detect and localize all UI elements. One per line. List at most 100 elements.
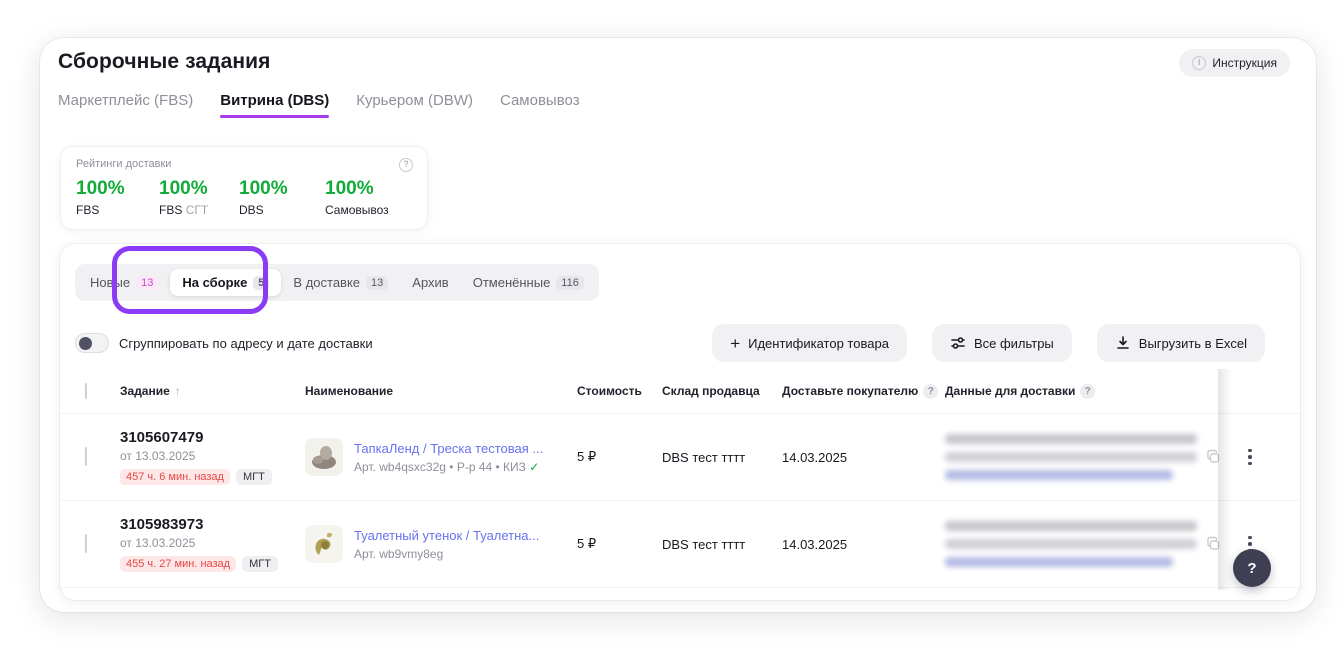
header-deliver-by: Доставьте покупателю ?: [782, 384, 945, 399]
blurred-delivery-data: [945, 521, 1215, 567]
tab-new[interactable]: Новые 13: [78, 269, 170, 296]
assembly-tasks-panel: Сборочные задания i Инструкция Маркетпле…: [40, 38, 1316, 612]
button-label: Выгрузить в Excel: [1139, 336, 1247, 351]
product-thumbnail: [305, 438, 343, 476]
rating-value: 100%: [76, 178, 159, 200]
rating-fbs-sgt: 100% FBS СГТ: [159, 178, 239, 217]
count-badge: 5: [253, 276, 269, 290]
kiz-check-icon: ✓: [529, 460, 539, 474]
delivery-type-tabs: Маркетплейс (FBS) Витрина (DBS) Курьером…: [58, 92, 580, 118]
price-cell: 5 ₽: [577, 449, 662, 465]
table-row: 3105983973 от 13.03.2025 455 ч. 27 мин. …: [60, 501, 1300, 587]
table-row: 3105607479 от 13.03.2025 457 ч. 6 мин. н…: [60, 414, 1300, 500]
tab-label: Новые: [90, 275, 130, 290]
deliver-by-cell: 14.03.2025: [782, 537, 945, 552]
row-checkbox[interactable]: [85, 447, 87, 466]
product-link[interactable]: ТапкаЛенд / Треска тестовая ...: [354, 441, 543, 456]
copy-icon[interactable]: [1206, 537, 1221, 552]
count-badge: 116: [556, 276, 584, 290]
product-identifier-button[interactable]: + Идентификатор товара: [712, 324, 907, 362]
overdue-badge: 455 ч. 27 мин. назад: [120, 556, 236, 572]
task-date: от 13.03.2025: [120, 449, 305, 463]
delivery-ratings-card: Рейтинги доставки ? 100% FBS 100% FBS СГ…: [60, 146, 428, 230]
tab-courier-dbw[interactable]: Курьером (DBW): [356, 92, 473, 118]
download-icon: [1115, 335, 1131, 351]
table-header-row: Задание ↑ Наименование Стоимость Склад п…: [60, 369, 1300, 413]
ratings-info-icon[interactable]: ?: [399, 158, 413, 172]
tag-badge: МГТ: [236, 469, 272, 485]
status-tabs: Новые 13 На сборке 5 В доставке 13 Архив…: [75, 264, 599, 301]
help-fab[interactable]: ?: [1233, 549, 1271, 587]
task-id: 3105607479: [120, 429, 305, 446]
tag-badge: МГТ: [242, 556, 278, 572]
button-label: Все фильтры: [974, 336, 1054, 351]
rating-label: Самовывоз: [325, 203, 389, 217]
count-badge: 13: [136, 276, 158, 290]
task-cell: 3105983973 от 13.03.2025 455 ч. 27 мин. …: [120, 516, 305, 572]
rating-label: FBS: [159, 203, 182, 217]
product-cell: Туалетный утенок / Туалетна... Арт. wb9v…: [305, 525, 577, 563]
header-warehouse: Склад продавца: [662, 384, 782, 398]
row-menu-kebab-icon[interactable]: [1243, 449, 1257, 466]
rating-fbs: 100% FBS: [76, 178, 159, 217]
rating-value: 100%: [159, 178, 239, 200]
rating-label: FBS: [76, 203, 99, 217]
plus-icon: +: [730, 335, 740, 352]
delivery-data-cell: [945, 434, 1215, 480]
tab-label: Отменённые: [473, 275, 551, 290]
tab-in-assembly[interactable]: На сборке 5: [170, 269, 281, 296]
help-icon[interactable]: ?: [1080, 384, 1095, 399]
rating-value: 100%: [239, 178, 325, 200]
toggle-switch[interactable]: [75, 333, 109, 353]
row-checkbox[interactable]: [85, 534, 87, 553]
header-name: Наименование: [305, 384, 577, 398]
tab-archive[interactable]: Архив: [400, 269, 460, 296]
count-badge: 13: [366, 276, 388, 290]
tab-vitrina-dbs[interactable]: Витрина (DBS): [220, 92, 329, 118]
rating-pickup: 100% Самовывоз: [325, 178, 413, 217]
tab-label: На сборке: [182, 275, 247, 290]
tab-marketplace-fbs[interactable]: Маркетплейс (FBS): [58, 92, 193, 118]
ratings-title: Рейтинги доставки: [76, 158, 171, 170]
header-task[interactable]: Задание ↑: [120, 384, 305, 398]
orders-table: Задание ↑ Наименование Стоимость Склад п…: [60, 369, 1300, 588]
group-by-address-toggle[interactable]: Сгруппировать по адресу и дате доставки: [75, 333, 373, 353]
toolbar: Сгруппировать по адресу и дате доставки …: [75, 324, 1265, 362]
tab-label: Архив: [412, 275, 448, 290]
header-price: Стоимость: [577, 384, 662, 398]
export-excel-button[interactable]: Выгрузить в Excel: [1097, 324, 1265, 362]
task-id: 3105983973: [120, 516, 305, 533]
filter-sliders-icon: [950, 335, 966, 351]
orders-panel: Новые 13 На сборке 5 В доставке 13 Архив…: [60, 244, 1300, 600]
header-delivery-data: Данные для доставки ?: [945, 384, 1215, 399]
task-cell: 3105607479 от 13.03.2025 457 ч. 6 мин. н…: [120, 429, 305, 485]
help-icon[interactable]: ?: [923, 384, 938, 399]
page: Сборочные задания i Инструкция Маркетпле…: [0, 0, 1344, 650]
price-cell: 5 ₽: [577, 536, 662, 552]
tab-cancelled[interactable]: Отменённые 116: [461, 269, 596, 296]
tab-in-delivery[interactable]: В доставке 13: [281, 269, 400, 296]
instruction-button[interactable]: i Инструкция: [1179, 49, 1290, 77]
info-icon: i: [1192, 56, 1206, 70]
blurred-delivery-data: [945, 434, 1215, 480]
copy-icon[interactable]: [1206, 450, 1221, 465]
product-link[interactable]: Туалетный утенок / Туалетна...: [354, 528, 539, 543]
instruction-label: Инструкция: [1212, 56, 1277, 70]
sort-ascending-icon: ↑: [175, 384, 181, 398]
tab-pickup[interactable]: Самовывоз: [500, 92, 580, 118]
warehouse-cell: DBS тест тттт: [662, 537, 782, 552]
divider: [60, 587, 1300, 588]
product-meta: Арт. wb4qsxc32g • Р-р 44 • КИЗ ✓: [354, 460, 543, 474]
rating-label: DBS: [239, 203, 264, 217]
overdue-badge: 457 ч. 6 мин. назад: [120, 469, 230, 485]
toggle-label: Сгруппировать по адресу и дате доставки: [119, 336, 373, 351]
rating-value: 100%: [325, 178, 413, 200]
task-date: от 13.03.2025: [120, 536, 305, 550]
rating-dbs: 100% DBS: [239, 178, 325, 217]
all-filters-button[interactable]: Все фильтры: [932, 324, 1072, 362]
product-meta: Арт. wb9vmy8eg: [354, 547, 539, 561]
product-cell: ТапкаЛенд / Треска тестовая ... Арт. wb4…: [305, 438, 577, 476]
page-title: Сборочные задания: [58, 50, 271, 74]
delivery-data-cell: [945, 521, 1215, 567]
select-all-checkbox[interactable]: [85, 383, 87, 399]
